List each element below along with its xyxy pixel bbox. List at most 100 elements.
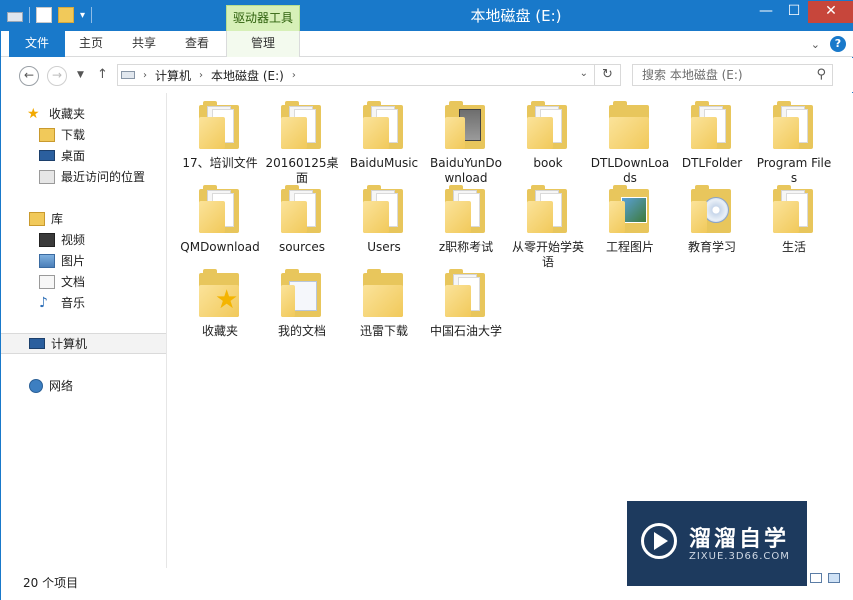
- file-item[interactable]: DTLDownLoads: [590, 101, 670, 186]
- chevron-right-icon[interactable]: ›: [199, 70, 203, 81]
- address-bar[interactable]: › 计算机 › 本地磁盘 (E:) › ⌄ ↻: [117, 64, 621, 86]
- address-dropdown-icon[interactable]: ⌄: [580, 68, 588, 79]
- chevron-right-icon[interactable]: ›: [292, 70, 296, 81]
- toolbar-divider: [29, 7, 30, 23]
- nav-network[interactable]: 网络: [1, 375, 166, 396]
- search-input[interactable]: 搜索 本地磁盘 (E:) ⚲: [632, 64, 833, 86]
- drive-icon[interactable]: [7, 11, 23, 22]
- search-placeholder: 搜索 本地磁盘 (E:): [642, 68, 743, 82]
- customize-toolbar-icon[interactable]: ▾: [80, 10, 85, 21]
- folder-icon: [771, 101, 817, 153]
- nav-downloads-label: 下载: [61, 128, 86, 142]
- window-title: 本地磁盘 (E:): [470, 7, 562, 25]
- nav-documents-label: 文档: [61, 275, 86, 289]
- file-name: DTLDownLoads: [590, 156, 670, 185]
- file-name: 我的文档: [277, 324, 326, 338]
- maximize-button[interactable]: ☐: [780, 1, 808, 23]
- properties-icon[interactable]: [36, 7, 52, 23]
- expand-ribbon-icon[interactable]: ⌄: [811, 38, 820, 51]
- file-item[interactable]: DTLFolder: [672, 101, 752, 171]
- search-icon[interactable]: ⚲: [816, 65, 826, 85]
- nav-libraries[interactable]: 库: [1, 208, 166, 229]
- nav-pictures-label: 图片: [61, 254, 86, 268]
- disc-folder-icon: [689, 185, 735, 237]
- file-item[interactable]: 17、培训文件: [180, 101, 260, 171]
- tab-share[interactable]: 共享: [126, 31, 162, 57]
- file-item[interactable]: QMDownload: [180, 185, 260, 255]
- file-item[interactable]: Users: [344, 185, 424, 255]
- nav-computer[interactable]: 计算机: [1, 333, 166, 354]
- help-icon[interactable]: ?: [830, 36, 846, 52]
- large-icons-view-icon[interactable]: [828, 573, 840, 583]
- drive-tools-context-tab[interactable]: 驱动器工具: [226, 5, 300, 31]
- folder-icon: [361, 101, 407, 153]
- file-list: 17、培训文件 20160125桌面 BaiduMusic BaiduYunDo…: [167, 93, 853, 568]
- nav-favorites[interactable]: ★ 收藏夹: [1, 103, 166, 124]
- file-item[interactable]: 我的文档: [262, 269, 342, 339]
- file-name: 迅雷下载: [359, 324, 408, 338]
- image-folder-icon: [607, 185, 653, 237]
- file-item[interactable]: 迅雷下载: [344, 269, 424, 339]
- nav-documents[interactable]: 文档: [1, 271, 166, 292]
- nav-videos[interactable]: 视频: [1, 229, 166, 250]
- window-controls: — ☐ ✕: [752, 1, 853, 23]
- file-item[interactable]: BaiduMusic: [344, 101, 424, 171]
- file-name: 17、培训文件: [182, 156, 258, 170]
- desktop-icon: [39, 150, 55, 161]
- file-name: Program Files: [756, 156, 832, 185]
- file-item[interactable]: 中国石油大学: [426, 269, 506, 339]
- video-icon: [39, 232, 55, 247]
- details-view-icon[interactable]: [810, 573, 822, 583]
- folder-icon: [197, 101, 243, 153]
- nav-network-label: 网络: [49, 379, 74, 393]
- nav-downloads[interactable]: 下载: [1, 124, 166, 145]
- file-item[interactable]: 工程图片: [590, 185, 670, 255]
- file-item[interactable]: 生活: [754, 185, 834, 255]
- network-icon: [29, 378, 43, 393]
- file-item[interactable]: 从零开始学英语: [508, 185, 588, 270]
- chevron-right-icon[interactable]: ›: [143, 70, 147, 81]
- view-switcher: [810, 573, 840, 583]
- file-item[interactable]: z职称考试: [426, 185, 506, 255]
- file-item[interactable]: 20160125桌面: [262, 101, 342, 186]
- new-folder-icon[interactable]: [58, 7, 74, 23]
- star-icon: ★: [27, 105, 40, 122]
- breadcrumb-drive-e[interactable]: 本地磁盘 (E:): [211, 67, 284, 84]
- minimize-button[interactable]: —: [752, 1, 780, 23]
- documents-icon: [39, 274, 55, 289]
- folder-icon: [279, 101, 325, 153]
- folder-icon: [525, 185, 571, 237]
- file-item[interactable]: ★ 收藏夹: [180, 269, 260, 339]
- tab-file[interactable]: 文件: [9, 31, 65, 57]
- ribbon-right-controls: ⌄ ?: [811, 36, 846, 52]
- watermark-logo: 溜溜自学 ZIXUE.3D66.COM: [627, 501, 807, 586]
- refresh-button[interactable]: ↻: [594, 65, 620, 85]
- file-item[interactable]: 教育学习: [672, 185, 752, 255]
- file-name: z职称考试: [438, 240, 494, 254]
- folder-icon: [279, 185, 325, 237]
- nav-pictures[interactable]: 图片: [1, 250, 166, 271]
- nav-computer-label: 计算机: [51, 337, 88, 351]
- file-item[interactable]: BaiduYunDownload: [426, 101, 506, 186]
- file-item[interactable]: sources: [262, 185, 342, 255]
- tab-manage[interactable]: 管理: [226, 31, 300, 57]
- breadcrumb-computer[interactable]: 计算机: [155, 67, 191, 84]
- drive-icon: [121, 71, 135, 79]
- nav-music[interactable]: ♪ 音乐: [1, 292, 166, 313]
- back-button[interactable]: ←: [19, 66, 39, 86]
- up-button[interactable]: ↑: [97, 67, 108, 82]
- tab-home[interactable]: 主页: [73, 31, 109, 57]
- recent-locations-icon[interactable]: ▼: [77, 70, 84, 80]
- folder-icon: [197, 185, 243, 237]
- close-button[interactable]: ✕: [808, 1, 853, 23]
- tab-view[interactable]: 查看: [179, 31, 215, 57]
- ribbon-tabs: 文件 主页 共享 查看 管理 ⌄ ?: [1, 31, 853, 57]
- file-name: QMDownload: [180, 240, 260, 254]
- pictures-icon: [39, 253, 55, 268]
- file-item[interactable]: Program Files: [754, 101, 834, 186]
- nav-desktop[interactable]: 桌面: [1, 145, 166, 166]
- file-item[interactable]: book: [508, 101, 588, 171]
- nav-recent-places[interactable]: 最近访问的位置: [1, 166, 166, 187]
- forward-button[interactable]: →: [47, 66, 67, 86]
- folder-icon: [443, 269, 489, 321]
